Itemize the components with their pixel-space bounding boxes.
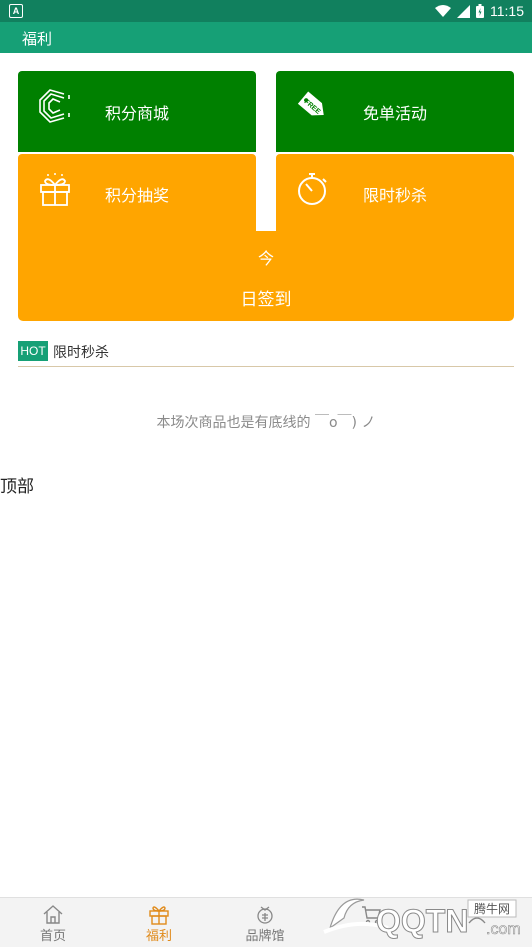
qqtn-watermark: QQTN .com 腾牛网 [323,898,521,940]
brand-medal-icon [257,906,273,924]
points-mall-tile[interactable]: 积分商城 [18,71,256,152]
watermark-suffix: .com [486,921,521,938]
status-indicators: 11:15 [435,2,524,20]
tab-brand-hall-label: 品牌馆 [245,929,285,944]
tab-welfare[interactable]: 福利 [119,898,199,947]
back-to-top-link[interactable]: 顶部 [0,472,34,497]
battery-icon [476,4,484,18]
tab-home[interactable]: 首页 [13,898,93,947]
points-mall-label: 积分商城 [104,103,169,123]
points-lottery-tile[interactable]: 积分抽奖 [18,154,256,234]
wifi-icon [435,4,451,17]
gift-icon [149,906,169,925]
app-bar: 福利 [0,22,532,53]
signal-icon [457,4,470,18]
watermark-brand: QQTN [376,903,468,939]
free-order-label: 免单活动 [362,103,427,123]
hot-section-title: 限时秒杀 [53,345,109,361]
hot-section-header: HOT 限时秒杀 [18,341,514,367]
tab-welfare-label: 福利 [145,929,172,944]
points-lottery-label: 积分抽奖 [104,186,169,205]
daily-checkin-label-line1: 今 [257,249,274,268]
page-title: 福利 [22,30,53,48]
hot-badge: HOT [18,341,48,361]
status-bar: A 11:15 [0,0,532,22]
app-notification-icon: A [9,4,23,18]
daily-checkin-label-line2: 日签到 [240,290,292,310]
free-order-tile[interactable]: FREE 免单活动 [276,71,514,152]
watermark-tag: 腾牛网 [474,901,510,916]
tab-brand-hall[interactable]: 品牌馆 [225,898,305,947]
empty-list-note: 本场次商品也是有底线的 ￣o￣) ノ [156,415,376,431]
home-icon [43,905,63,924]
clock: 11:15 [490,3,524,19]
tab-home-label: 首页 [39,929,66,944]
flash-sale-tile[interactable]: 限时秒杀 [276,154,514,234]
daily-checkin-tile[interactable]: 今 日签到 [18,231,514,321]
flash-sale-label: 限时秒杀 [362,186,427,205]
